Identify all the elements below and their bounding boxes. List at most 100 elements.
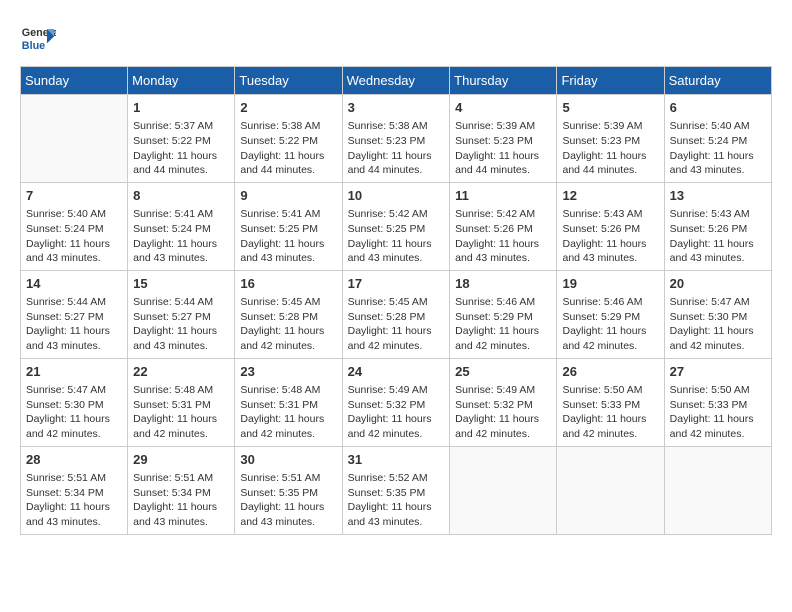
- weekday-tuesday: Tuesday: [235, 67, 342, 95]
- day-info: Sunrise: 5:51 AM Sunset: 5:34 PM Dayligh…: [133, 471, 229, 530]
- calendar-cell: 11 Sunrise: 5:42 AM Sunset: 5:26 PM Dayli…: [450, 182, 557, 270]
- day-number: 20: [670, 275, 766, 293]
- calendar-cell: 9Sunrise: 5:41 AM Sunset: 5:25 PM Daylig…: [235, 182, 342, 270]
- calendar-cell: 16 Sunrise: 5:45 AM Sunset: 5:28 PM Dayli…: [235, 270, 342, 358]
- day-number: 24: [348, 363, 445, 381]
- weekday-header-row: SundayMondayTuesdayWednesdayThursdayFrid…: [21, 67, 772, 95]
- day-info: Sunrise: 5:46 AM Sunset: 5:29 PM Dayligh…: [562, 295, 658, 354]
- calendar-cell: 5 Sunrise: 5:39 AM Sunset: 5:23 PM Daylig…: [557, 95, 664, 183]
- day-info: Sunrise: 5:51 AM Sunset: 5:34 PM Dayligh…: [26, 471, 122, 530]
- calendar-cell: 8 Sunrise: 5:41 AM Sunset: 5:24 PM Daylig…: [128, 182, 235, 270]
- day-number: 25: [455, 363, 551, 381]
- day-info: Sunrise: 5:49 AM Sunset: 5:32 PM Dayligh…: [348, 383, 445, 442]
- calendar-cell: 3 Sunrise: 5:38 AM Sunset: 5:23 PM Daylig…: [342, 95, 450, 183]
- calendar-cell: 15 Sunrise: 5:44 AM Sunset: 5:27 PM Dayli…: [128, 270, 235, 358]
- day-number: 13: [670, 187, 766, 205]
- day-info: Sunrise: 5:51 AM Sunset: 5:35 PM Dayligh…: [240, 471, 336, 530]
- calendar-cell: 6Sunrise: 5:40 AM Sunset: 5:24 PM Daylig…: [664, 95, 771, 183]
- calendar-cell: 13Sunrise: 5:43 AM Sunset: 5:26 PM Dayli…: [664, 182, 771, 270]
- calendar: SundayMondayTuesdayWednesdayThursdayFrid…: [20, 66, 772, 535]
- calendar-cell: 4 Sunrise: 5:39 AM Sunset: 5:23 PM Daylig…: [450, 95, 557, 183]
- calendar-header: SundayMondayTuesdayWednesdayThursdayFrid…: [21, 67, 772, 95]
- day-number: 10: [348, 187, 445, 205]
- calendar-cell: 28 Sunrise: 5:51 AM Sunset: 5:34 PM Dayli…: [21, 446, 128, 534]
- calendar-cell: 18 Sunrise: 5:46 AM Sunset: 5:29 PM Dayli…: [450, 270, 557, 358]
- calendar-cell: 24 Sunrise: 5:49 AM Sunset: 5:32 PM Dayli…: [342, 358, 450, 446]
- day-info: Sunrise: 5:45 AM Sunset: 5:28 PM Dayligh…: [348, 295, 445, 354]
- day-number: 14: [26, 275, 122, 293]
- calendar-cell: 25 Sunrise: 5:49 AM Sunset: 5:32 PM Dayli…: [450, 358, 557, 446]
- day-info: Sunrise: 5:46 AM Sunset: 5:29 PM Dayligh…: [455, 295, 551, 354]
- day-number: 12: [562, 187, 658, 205]
- calendar-cell: 22 Sunrise: 5:48 AM Sunset: 5:31 PM Dayli…: [128, 358, 235, 446]
- weekday-sunday: Sunday: [21, 67, 128, 95]
- day-number: 29: [133, 451, 229, 469]
- calendar-cell: 30 Sunrise: 5:51 AM Sunset: 5:35 PM Dayli…: [235, 446, 342, 534]
- day-number: 2: [240, 99, 336, 117]
- calendar-cell: 26Sunrise: 5:50 AM Sunset: 5:33 PM Dayli…: [557, 358, 664, 446]
- day-number: 30: [240, 451, 336, 469]
- header: General Blue: [20, 20, 772, 56]
- day-number: 31: [348, 451, 445, 469]
- calendar-cell: [450, 446, 557, 534]
- svg-text:Blue: Blue: [22, 40, 45, 52]
- day-number: 15: [133, 275, 229, 293]
- day-info: Sunrise: 5:38 AM Sunset: 5:22 PM Dayligh…: [240, 119, 336, 178]
- day-number: 27: [670, 363, 766, 381]
- day-number: 19: [562, 275, 658, 293]
- day-number: 8: [133, 187, 229, 205]
- day-info: Sunrise: 5:39 AM Sunset: 5:23 PM Dayligh…: [562, 119, 658, 178]
- day-number: 18: [455, 275, 551, 293]
- day-info: Sunrise: 5:47 AM Sunset: 5:30 PM Dayligh…: [26, 383, 122, 442]
- calendar-cell: [557, 446, 664, 534]
- calendar-cell: 1 Sunrise: 5:37 AM Sunset: 5:22 PM Daylig…: [128, 95, 235, 183]
- calendar-week-1: 1 Sunrise: 5:37 AM Sunset: 5:22 PM Daylig…: [21, 95, 772, 183]
- day-number: 1: [133, 99, 229, 117]
- calendar-cell: 19 Sunrise: 5:46 AM Sunset: 5:29 PM Dayli…: [557, 270, 664, 358]
- calendar-cell: 12 Sunrise: 5:43 AM Sunset: 5:26 PM Dayli…: [557, 182, 664, 270]
- calendar-cell: 31Sunrise: 5:52 AM Sunset: 5:35 PM Dayli…: [342, 446, 450, 534]
- day-number: 28: [26, 451, 122, 469]
- day-info: Sunrise: 5:48 AM Sunset: 5:31 PM Dayligh…: [133, 383, 229, 442]
- calendar-week-5: 28 Sunrise: 5:51 AM Sunset: 5:34 PM Dayli…: [21, 446, 772, 534]
- weekday-thursday: Thursday: [450, 67, 557, 95]
- calendar-cell: 27 Sunrise: 5:50 AM Sunset: 5:33 PM Dayli…: [664, 358, 771, 446]
- page-wrapper: General Blue SundayMondayTuesdayWednesda…: [20, 20, 772, 535]
- day-number: 17: [348, 275, 445, 293]
- day-number: 5: [562, 99, 658, 117]
- calendar-cell: 23Sunrise: 5:48 AM Sunset: 5:31 PM Dayli…: [235, 358, 342, 446]
- day-info: Sunrise: 5:44 AM Sunset: 5:27 PM Dayligh…: [133, 295, 229, 354]
- calendar-cell: 20Sunrise: 5:47 AM Sunset: 5:30 PM Dayli…: [664, 270, 771, 358]
- day-info: Sunrise: 5:43 AM Sunset: 5:26 PM Dayligh…: [562, 207, 658, 266]
- day-number: 3: [348, 99, 445, 117]
- day-info: Sunrise: 5:37 AM Sunset: 5:22 PM Dayligh…: [133, 119, 229, 178]
- day-info: Sunrise: 5:41 AM Sunset: 5:24 PM Dayligh…: [133, 207, 229, 266]
- calendar-body: 1 Sunrise: 5:37 AM Sunset: 5:22 PM Daylig…: [21, 95, 772, 535]
- calendar-cell: [21, 95, 128, 183]
- day-number: 11: [455, 187, 551, 205]
- calendar-week-3: 14 Sunrise: 5:44 AM Sunset: 5:27 PM Dayli…: [21, 270, 772, 358]
- day-info: Sunrise: 5:39 AM Sunset: 5:23 PM Dayligh…: [455, 119, 551, 178]
- logo-icon: General Blue: [20, 20, 56, 56]
- weekday-saturday: Saturday: [664, 67, 771, 95]
- day-number: 7: [26, 187, 122, 205]
- day-info: Sunrise: 5:40 AM Sunset: 5:24 PM Dayligh…: [26, 207, 122, 266]
- weekday-monday: Monday: [128, 67, 235, 95]
- day-info: Sunrise: 5:50 AM Sunset: 5:33 PM Dayligh…: [562, 383, 658, 442]
- day-info: Sunrise: 5:38 AM Sunset: 5:23 PM Dayligh…: [348, 119, 445, 178]
- weekday-friday: Friday: [557, 67, 664, 95]
- calendar-cell: 21 Sunrise: 5:47 AM Sunset: 5:30 PM Dayli…: [21, 358, 128, 446]
- calendar-week-2: 7 Sunrise: 5:40 AM Sunset: 5:24 PM Daylig…: [21, 182, 772, 270]
- calendar-cell: 14Sunrise: 5:44 AM Sunset: 5:27 PM Dayli…: [21, 270, 128, 358]
- day-info: Sunrise: 5:50 AM Sunset: 5:33 PM Dayligh…: [670, 383, 766, 442]
- day-number: 4: [455, 99, 551, 117]
- day-number: 6: [670, 99, 766, 117]
- day-number: 16: [240, 275, 336, 293]
- day-number: 22: [133, 363, 229, 381]
- day-info: Sunrise: 5:45 AM Sunset: 5:28 PM Dayligh…: [240, 295, 336, 354]
- day-info: Sunrise: 5:49 AM Sunset: 5:32 PM Dayligh…: [455, 383, 551, 442]
- calendar-cell: 2 Sunrise: 5:38 AM Sunset: 5:22 PM Daylig…: [235, 95, 342, 183]
- day-number: 21: [26, 363, 122, 381]
- day-info: Sunrise: 5:42 AM Sunset: 5:25 PM Dayligh…: [348, 207, 445, 266]
- day-info: Sunrise: 5:42 AM Sunset: 5:26 PM Dayligh…: [455, 207, 551, 266]
